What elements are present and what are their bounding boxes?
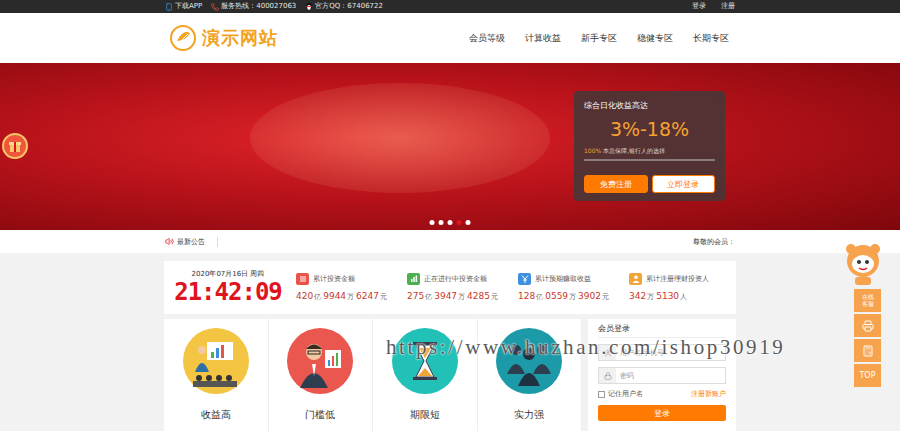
login-field[interactable]: [598, 344, 726, 361]
stat-value: 275亿3947万4285元: [407, 291, 510, 302]
top-button[interactable]: TOP: [854, 364, 881, 387]
speaker-icon: [165, 237, 174, 246]
submit-button[interactable]: 登录: [598, 405, 726, 421]
date: 2020年07月16日 周四: [192, 269, 265, 279]
stat-item: 累计注册理财投资人342万5130人: [621, 273, 732, 302]
gift-icon: [7, 138, 23, 154]
register-link[interactable]: 注册新账户: [691, 390, 726, 399]
lock-icon: [604, 372, 612, 380]
user-icon: [631, 274, 641, 284]
calculator-button[interactable]: [854, 339, 881, 362]
printer-icon: [862, 320, 874, 332]
user-icon: [604, 349, 612, 357]
notice-message[interactable]: 尊敬的会员：: [693, 237, 735, 247]
feature-item[interactable]: 收益高: [164, 319, 269, 431]
header: 演示网站 会员等级 计算收益 新手专区 稳健专区 长期专区: [0, 13, 900, 63]
login-button[interactable]: 立即登录: [652, 175, 716, 193]
carousel-dot[interactable]: [448, 220, 453, 225]
top-link[interactable]: 注册: [721, 3, 735, 10]
login-title: 会员登录: [598, 323, 726, 338]
top-bar: 下载APP 服务热线：400027063 官方QQ：67406722 登录 注册: [0, 0, 900, 13]
presenter-icon: [287, 328, 353, 394]
chart-icon: [183, 328, 249, 394]
page: 下载APP 服务热线：400027063 官方QQ：67406722 登录 注册演示网站…: [0, 0, 900, 431]
stat-item: 累计投资金额420亿9944万6247元: [288, 273, 399, 302]
register-button[interactable]: 免费注册: [584, 175, 648, 193]
nav-item[interactable]: 计算收益: [525, 32, 561, 45]
top-link[interactable]: 登录: [692, 3, 706, 10]
username-input[interactable]: [616, 347, 725, 359]
top-bar-item[interactable]: 服务热线：400027063: [211, 3, 296, 11]
print-button[interactable]: [854, 314, 881, 337]
notice-bar: 最新公告 尊敬的会员：: [0, 230, 900, 253]
mascot-icon[interactable]: [845, 243, 881, 287]
login-field[interactable]: [598, 367, 726, 384]
side-bar: 在线客服 TOP: [845, 243, 881, 387]
hourglass-icon: [392, 328, 458, 394]
password-input[interactable]: [616, 370, 725, 382]
nav-item[interactable]: 新手专区: [581, 32, 617, 45]
promo-slogan: 100%本息保障,银行人的选择: [584, 147, 715, 161]
carousel-dot[interactable]: [466, 220, 471, 225]
team-icon: [496, 328, 562, 394]
logo[interactable]: 演示网站: [165, 24, 278, 52]
list-icon: [298, 274, 308, 284]
feature-item[interactable]: 实力强: [478, 319, 583, 431]
feature-item[interactable]: 门槛低: [269, 319, 374, 431]
carousel-dots: [430, 220, 471, 225]
carousel-dot[interactable]: [430, 220, 435, 225]
stat-item: 累计预期赚取收益128亿0559万3902元: [510, 273, 621, 302]
carousel-dot[interactable]: [457, 220, 462, 225]
login-panel: 会员登录记住用户名 注册新账户登录: [588, 319, 736, 431]
watermark: https://www.huzhan.com/ishop30919: [386, 335, 785, 360]
stats-card: 2020年07月16日 周四21:42:09累计投资金额420亿9944万624…: [164, 261, 736, 314]
bars-icon: [409, 274, 419, 284]
stat-item: 正在进行中投资金额275亿3947万4285元: [399, 273, 510, 302]
main-nav: 会员等级 计算收益 新手专区 稳健专区 长期专区: [469, 32, 735, 45]
stat-value: 420亿9944万6247元: [296, 291, 399, 302]
notice-label: 最新公告: [177, 237, 205, 247]
nav-item[interactable]: 稳健专区: [637, 32, 673, 45]
red-packet-float[interactable]: [2, 133, 28, 159]
remember-checkbox[interactable]: 记住用户名: [598, 390, 643, 399]
features: 收益高门槛低期限短实力强: [164, 319, 582, 431]
promo-title: 综合日化收益高达: [584, 100, 715, 111]
top-bar-item[interactable]: 官方QQ：67406722: [305, 2, 383, 11]
promo-panel: 综合日化收益高达 3%-18% 100%本息保障,银行人的选择免费注册立即登录: [574, 91, 725, 201]
promo-rate: 3%-18%: [584, 115, 715, 143]
clock-time: 21:42:09: [174, 279, 282, 305]
nav-item[interactable]: 会员等级: [469, 32, 505, 45]
calculator-icon: [862, 345, 874, 357]
carousel-dot[interactable]: [439, 220, 444, 225]
nav-item[interactable]: 长期专区: [693, 32, 729, 45]
stat-value: 128亿0559万3902元: [518, 291, 621, 302]
banner[interactable]: 综合日化收益高达 3%-18% 100%本息保障,银行人的选择免费注册立即登录: [0, 63, 900, 230]
clock: 2020年07月16日 周四21:42:09: [168, 269, 288, 305]
phone-app-icon: [165, 3, 173, 11]
phone-icon: [211, 3, 219, 11]
stat-value: 342万5130人: [629, 291, 732, 302]
logo-icon: [169, 24, 197, 52]
service-button[interactable]: 在线客服: [854, 289, 881, 312]
yen-icon: [520, 274, 530, 284]
banner-glow: [250, 83, 550, 193]
top-bar-item[interactable]: 下载APP: [165, 3, 202, 11]
qq-icon: [305, 2, 313, 11]
feature-item[interactable]: 期限短: [373, 319, 478, 431]
